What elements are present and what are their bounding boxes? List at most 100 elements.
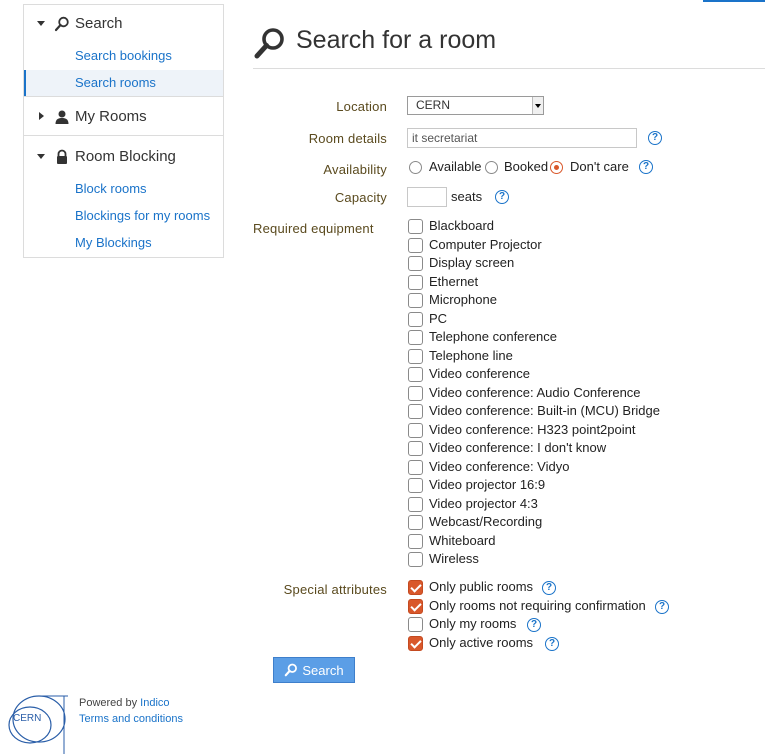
chevron-down-icon — [37, 154, 45, 159]
equipment-checkbox[interactable] — [408, 238, 423, 253]
search-button[interactable]: Search — [273, 657, 355, 683]
availability-label: Availability — [323, 162, 387, 177]
equipment-label: Video projector 16:9 — [429, 477, 546, 492]
equipment-checkbox[interactable] — [408, 275, 423, 290]
equipment-label: Display screen — [429, 255, 515, 270]
equipment-label: Video conference: Vidyo — [429, 459, 570, 474]
equipment-checkbox[interactable] — [408, 349, 423, 364]
equipment-label: Video conference: H323 point2point — [429, 422, 636, 437]
help-icon[interactable]: ? — [542, 581, 556, 595]
equipment-label: Computer Projector — [429, 237, 542, 252]
required-equipment-label: Required equipment — [253, 221, 374, 236]
equipment-checkbox[interactable] — [408, 293, 423, 308]
equipment-checkbox[interactable] — [408, 256, 423, 271]
equipment-checkbox[interactable] — [408, 312, 423, 327]
help-icon[interactable]: ? — [495, 190, 509, 204]
room-details-input[interactable] — [407, 128, 637, 148]
equipment-label: Video conference: I don't know — [429, 440, 607, 455]
equipment-label: Video conference: Audio Conference — [429, 385, 641, 400]
caret-down-icon[interactable] — [532, 97, 543, 114]
capacity-input[interactable] — [407, 187, 447, 207]
equipment-checkbox[interactable] — [408, 386, 423, 401]
equipment-checkbox[interactable] — [408, 219, 423, 234]
equipment-checkbox[interactable] — [408, 534, 423, 549]
special-attributes-label: Special attributes — [283, 582, 387, 597]
search-icon — [254, 28, 284, 59]
equipment-checkbox[interactable] — [408, 478, 423, 493]
special-attribute-label: Only public rooms — [429, 579, 534, 594]
help-icon[interactable]: ? — [527, 618, 541, 632]
equipment-checkbox[interactable] — [408, 423, 423, 438]
sidebar-divider — [24, 135, 223, 136]
equipment-label: Telephone conference — [429, 329, 557, 344]
location-value: CERN — [416, 98, 451, 112]
equipment-label: Whiteboard — [429, 533, 496, 548]
equipment-label: Webcast/Recording — [429, 514, 543, 529]
equipment-label: Blackboard — [429, 218, 495, 233]
sidebar-section-room-blocking[interactable]: Room Blocking — [24, 146, 223, 168]
equipment-label: Microphone — [429, 292, 497, 307]
indico-link[interactable]: Indico — [140, 697, 169, 709]
equipment-checkbox[interactable] — [408, 515, 423, 530]
special-attribute-checkbox[interactable] — [408, 599, 423, 614]
equipment-checkbox[interactable] — [408, 404, 423, 419]
sidebar: Search Search bookings Search rooms My R… — [23, 4, 224, 258]
search-icon — [54, 16, 69, 32]
sidebar-item-block-rooms[interactable]: Block rooms — [24, 176, 223, 202]
special-attribute-checkbox[interactable] — [408, 617, 423, 632]
sidebar-divider — [24, 96, 223, 97]
sidebar-item-search-bookings[interactable]: Search bookings — [24, 43, 223, 69]
page-header: Search for a room — [253, 24, 765, 69]
capacity-label: Capacity — [334, 190, 387, 205]
cern-logo: CERN — [8, 695, 68, 754]
equipment-label: Telephone line — [429, 348, 513, 363]
top-bar-button-edge[interactable] — [703, 0, 765, 2]
equipment-label: Ethernet — [429, 274, 479, 289]
equipment-checkbox[interactable] — [408, 367, 423, 382]
special-attribute-label: Only rooms not requiring confirmation — [429, 598, 646, 613]
equipment-label: Wireless — [429, 551, 479, 566]
terms-link[interactable]: Terms and conditions — [79, 713, 183, 725]
search-icon — [285, 663, 298, 677]
sidebar-section-label: Room Blocking — [75, 148, 176, 165]
equipment-label: PC — [429, 311, 448, 326]
sidebar-section-label: Search — [75, 15, 123, 32]
location-label: Location — [336, 99, 387, 114]
equipment-checkbox[interactable] — [408, 330, 423, 345]
special-attribute-label: Only active rooms — [429, 635, 534, 650]
help-icon[interactable]: ? — [639, 160, 653, 174]
capacity-unit: seats — [451, 189, 483, 204]
special-attribute-checkbox[interactable] — [408, 636, 423, 651]
equipment-label: Video projector 4:3 — [429, 496, 538, 511]
lock-icon — [57, 149, 67, 164]
availability-radio-dont-care[interactable] — [550, 161, 563, 174]
chevron-right-icon — [39, 112, 44, 120]
powered-by: Powered by Indico — [79, 697, 170, 709]
help-icon[interactable]: ? — [648, 131, 662, 145]
help-icon[interactable]: ? — [655, 600, 669, 614]
sidebar-item-my-blockings[interactable]: My Blockings — [24, 230, 223, 256]
help-icon[interactable]: ? — [545, 637, 559, 651]
sidebar-section-label: My Rooms — [75, 108, 147, 125]
sidebar-item-blockings-for-my-rooms[interactable]: Blockings for my rooms — [24, 203, 223, 229]
special-attribute-label: Only my rooms — [429, 616, 517, 631]
location-select[interactable]: CERN — [407, 96, 544, 115]
sidebar-section-search[interactable]: Search — [24, 13, 223, 35]
powered-by-text: Powered by — [79, 697, 138, 709]
chevron-down-icon — [37, 21, 45, 26]
special-attribute-checkbox[interactable] — [408, 580, 423, 595]
equipment-checkbox[interactable] — [408, 552, 423, 567]
availability-radio-booked[interactable] — [485, 161, 498, 174]
sidebar-section-my-rooms[interactable]: My Rooms — [24, 106, 223, 128]
equipment-checkbox[interactable] — [408, 497, 423, 512]
sidebar-item-search-rooms[interactable]: Search rooms — [24, 70, 223, 96]
equipment-label: Video conference: Built-in (MCU) Bridge — [429, 403, 660, 418]
availability-option-label: Booked — [504, 159, 549, 174]
equipment-label: Video conference — [429, 366, 530, 381]
terms-row: Terms and conditions — [79, 713, 183, 725]
user-icon — [55, 110, 69, 124]
availability-radio-available[interactable] — [409, 161, 422, 174]
equipment-checkbox[interactable] — [408, 441, 423, 456]
room-details-label: Room details — [308, 131, 387, 146]
equipment-checkbox[interactable] — [408, 460, 423, 475]
